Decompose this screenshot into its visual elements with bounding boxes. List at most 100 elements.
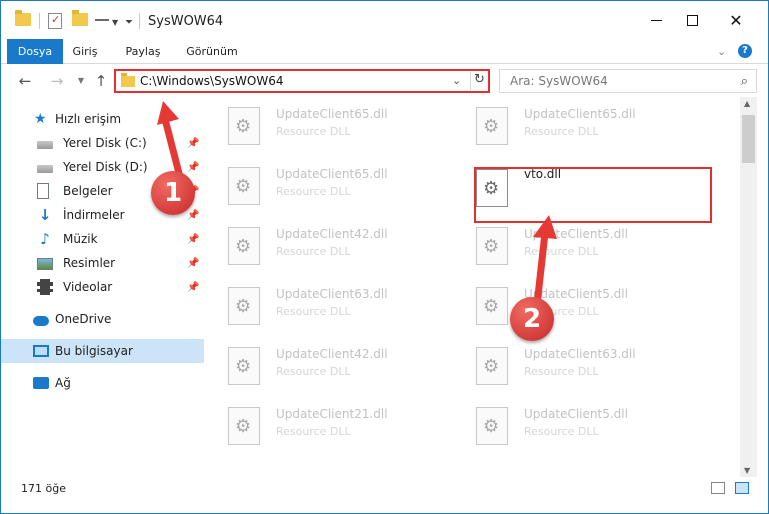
- file-description: Resource DLL: [276, 305, 351, 318]
- file-name: UpdateClient21.dll: [276, 407, 388, 421]
- scroll-down-icon[interactable]: ▼: [744, 466, 750, 475]
- download-icon: ↓: [38, 206, 52, 224]
- dll-file-icon: [228, 107, 260, 145]
- dll-file-icon: [476, 347, 508, 385]
- sidebar-item-onedrive[interactable]: OneDrive: [1, 307, 204, 331]
- pin-icon[interactable]: 📌: [187, 282, 199, 293]
- toolbar-divider: [39, 13, 40, 29]
- maximize-button[interactable]: [670, 1, 714, 39]
- file-list: UpdateClient65.dll Resource DLL UpdateCl…: [204, 97, 740, 477]
- picture-icon: [37, 258, 53, 270]
- large-icons-view-icon[interactable]: [735, 482, 749, 494]
- navigation-bar: ← → ▼ ↑ C:\Windows\SysWOW64 ⌄ ↻ Ara: Sys…: [1, 65, 768, 97]
- file-name: UpdateClient65.dll: [276, 107, 388, 121]
- chevron-down-icon[interactable]: ⌄: [452, 74, 461, 87]
- file-item[interactable]: UpdateClient63.dll Resource DLL: [204, 277, 444, 331]
- tab-file[interactable]: Dosya: [7, 39, 63, 64]
- title-divider: [139, 13, 140, 29]
- minimize-icon: [650, 19, 662, 21]
- maximize-icon: [686, 14, 698, 26]
- help-icon[interactable]: ?: [738, 44, 752, 58]
- file-item[interactable]: UpdateClient63.dll Resource DLL: [452, 337, 692, 391]
- search-icon[interactable]: ⌕: [741, 74, 748, 89]
- file-description: Resource DLL: [276, 365, 351, 378]
- document-icon: [37, 183, 49, 199]
- explorer-window: ▼ ⏷ SysWOW64 ✕ Dosya Giriş Paylaş Görünü…: [0, 0, 769, 514]
- address-path[interactable]: C:\Windows\SysWOW64: [140, 74, 284, 88]
- sidebar-item-pictures[interactable]: Resimler 📌: [1, 251, 204, 275]
- window-title: SysWOW64: [148, 14, 224, 29]
- file-name: UpdateClient63.dll: [524, 347, 636, 361]
- recent-locations-dropdown[interactable]: ▼: [71, 71, 91, 91]
- drive-icon: [37, 165, 53, 173]
- dll-file-icon: [476, 407, 508, 445]
- sidebar-item-this-pc[interactable]: Bu bilgisayar: [1, 339, 204, 363]
- up-button[interactable]: ↑: [91, 71, 111, 91]
- highlight-box: [474, 167, 712, 223]
- music-icon: ♪: [40, 230, 50, 248]
- network-icon: [33, 377, 49, 389]
- scroll-thumb[interactable]: [742, 115, 755, 163]
- close-button[interactable]: ✕: [714, 1, 758, 39]
- close-icon: ✕: [729, 10, 743, 30]
- vertical-scrollbar[interactable]: ▲ ▼: [740, 97, 757, 477]
- file-description: Resource DLL: [276, 425, 351, 438]
- file-description: Resource DLL: [276, 125, 351, 138]
- new-folder-icon[interactable]: [72, 10, 88, 26]
- file-item[interactable]: UpdateClient5.dll Resource DLL: [452, 277, 692, 331]
- folder-icon: [15, 10, 31, 26]
- file-description: Resource DLL: [276, 245, 351, 258]
- title-bar: ▼ ⏷ SysWOW64 ✕: [1, 1, 768, 39]
- file-item[interactable]: UpdateClient65.dll Resource DLL: [452, 97, 692, 151]
- file-item[interactable]: UpdateClient42.dll Resource DLL: [204, 217, 444, 271]
- file-item[interactable]: UpdateClient21.dll Resource DLL: [204, 397, 444, 451]
- file-name: UpdateClient63.dll: [276, 287, 388, 301]
- star-icon: ★: [34, 111, 47, 127]
- dll-file-icon: [476, 227, 508, 265]
- file-description: Resource DLL: [524, 425, 599, 438]
- file-item[interactable]: UpdateClient42.dll Resource DLL: [204, 337, 444, 391]
- properties-icon[interactable]: [48, 13, 62, 29]
- sidebar-item-label: Resimler: [63, 256, 116, 270]
- details-view-icon[interactable]: [711, 482, 725, 494]
- folder-icon: [121, 73, 135, 87]
- sidebar-item-music[interactable]: ♪ Müzik 📌: [1, 227, 204, 251]
- step-2-badge: 2: [510, 297, 554, 341]
- file-description: Resource DLL: [276, 185, 351, 198]
- sidebar-item-label: Belgeler: [63, 184, 113, 198]
- file-item[interactable]: UpdateClient5.dll Resource DLL: [452, 397, 692, 451]
- file-description: Resource DLL: [524, 125, 599, 138]
- search-input[interactable]: Ara: SysWOW64 ⌕: [499, 69, 757, 93]
- sidebar-item-videos[interactable]: Videolar 📌: [1, 275, 204, 299]
- dll-file-icon: [228, 167, 260, 205]
- file-item[interactable]: UpdateClient5.dll Resource DLL: [452, 217, 692, 271]
- sidebar-item-label: Müzik: [63, 232, 98, 246]
- sidebar-item-network[interactable]: Ağ: [1, 371, 204, 395]
- expand-ribbon-icon[interactable]: ⌄: [717, 45, 726, 58]
- file-item[interactable]: UpdateClient65.dll Resource DLL: [204, 97, 444, 151]
- annotation-arrow-2: [533, 215, 557, 309]
- chevron-down-icon[interactable]: ▼: [112, 13, 118, 31]
- forward-button[interactable]: →: [47, 71, 67, 91]
- file-item[interactable]: UpdateClient65.dll Resource DLL: [204, 157, 444, 211]
- customize-toolbar-icon[interactable]: ⏷: [125, 13, 133, 31]
- video-icon: [37, 279, 53, 295]
- pin-icon[interactable]: 📌: [187, 234, 199, 245]
- tab-home[interactable]: Giriş: [63, 39, 107, 64]
- drive-icon: [37, 141, 53, 149]
- cloud-icon: [33, 315, 49, 326]
- address-bar[interactable]: C:\Windows\SysWOW64 ⌄ ↻: [114, 69, 490, 93]
- sidebar-item-label: Hızlı erişim: [55, 112, 122, 126]
- pin-icon[interactable]: 📌: [187, 210, 199, 221]
- back-button[interactable]: ←: [15, 71, 35, 91]
- file-name: UpdateClient5.dll: [524, 407, 628, 421]
- dll-file-icon: [228, 347, 260, 385]
- ribbon-tabs: Dosya Giriş Paylaş Görünüm ⌄ ?: [1, 39, 768, 64]
- tab-view[interactable]: Görünüm: [177, 39, 247, 64]
- pin-icon[interactable]: 📌: [187, 258, 199, 269]
- refresh-icon[interactable]: ↻: [470, 72, 488, 90]
- view-icon[interactable]: [95, 13, 110, 27]
- tab-share[interactable]: Paylaş: [117, 39, 169, 64]
- scroll-up-icon[interactable]: ▲: [744, 99, 750, 108]
- dll-file-icon: [228, 287, 260, 325]
